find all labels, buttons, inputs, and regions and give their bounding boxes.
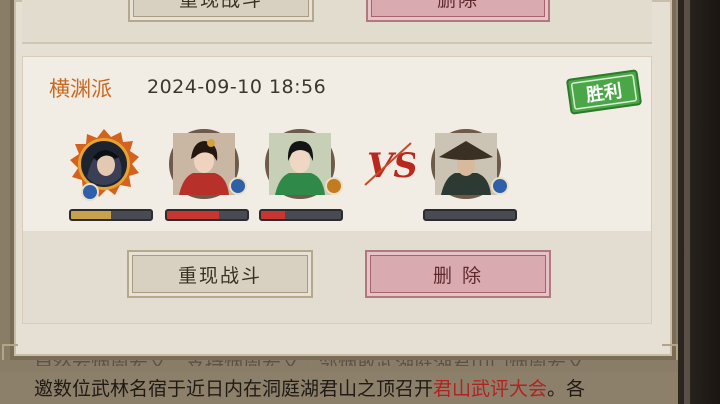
opponent-sect-name: 横渊派 — [49, 77, 112, 101]
ally-hero-3-hp-bar — [259, 209, 343, 221]
hero-portrait-icon — [173, 133, 235, 195]
delete-record-button[interactable]: 删 除 — [365, 250, 551, 298]
event-name-highlight[interactable]: 君山武评大会 — [433, 378, 547, 400]
hero-portrait-icon — [269, 133, 331, 195]
hp-fill — [71, 211, 111, 219]
announcement-tail: 。各 — [547, 378, 586, 400]
frame-corner-ornament — [2, 344, 18, 360]
battle-record-card: 横渊派 2024-09-10 18:56 胜利 VS 重现战斗 删 除 — [22, 56, 652, 324]
fire-element-icon — [325, 177, 343, 195]
ally-hero-1-avatar[interactable] — [69, 129, 139, 199]
previous-record-card: 重现战斗 删除 — [22, 0, 652, 44]
hero-portrait-icon — [70, 129, 139, 197]
replay-battle-button[interactable]: 重现战斗 — [127, 250, 313, 298]
hp-fill — [261, 211, 285, 219]
ally-hero-1-hp-bar — [69, 209, 153, 221]
previous-delete-button[interactable]: 删除 — [366, 0, 550, 22]
enemy-hero-1-hp-bar — [423, 209, 517, 221]
hp-fill — [167, 211, 219, 219]
battle-record-screen: 自然云烟周宏文，支持烟周宏文，邻烟敢武湖庭湖君山门烟周宏文 邀数位武林名宿于近日… — [0, 0, 720, 404]
background-announcement: 邀数位武林名宿于近日内在洞庭湖君山之顶召开君山武评大会。各 — [0, 372, 678, 404]
frame-corner-ornament — [662, 344, 678, 360]
ally-hero-2-hp-bar — [165, 209, 249, 221]
water-element-icon — [81, 183, 99, 201]
water-element-icon — [229, 177, 247, 195]
previous-replay-button[interactable]: 重现战斗 — [128, 0, 314, 22]
versus-text: VS — [367, 146, 415, 186]
battle-timestamp: 2024-09-10 18:56 — [147, 76, 327, 98]
versus-icon: VS — [364, 142, 415, 186]
record-actions-area — [23, 231, 651, 323]
right-edge-strip — [678, 0, 720, 404]
water-element-icon — [491, 177, 509, 195]
announcement-text: 邀数位武林名宿于近日内在洞庭湖君山之顶召开 — [34, 378, 434, 400]
victory-stamp-icon: 胜利 — [566, 69, 642, 115]
hero-portrait-icon — [435, 133, 497, 195]
announcement-line: 邀数位武林名宿于近日内在洞庭湖君山之顶召开君山武评大会。各 — [34, 374, 585, 401]
